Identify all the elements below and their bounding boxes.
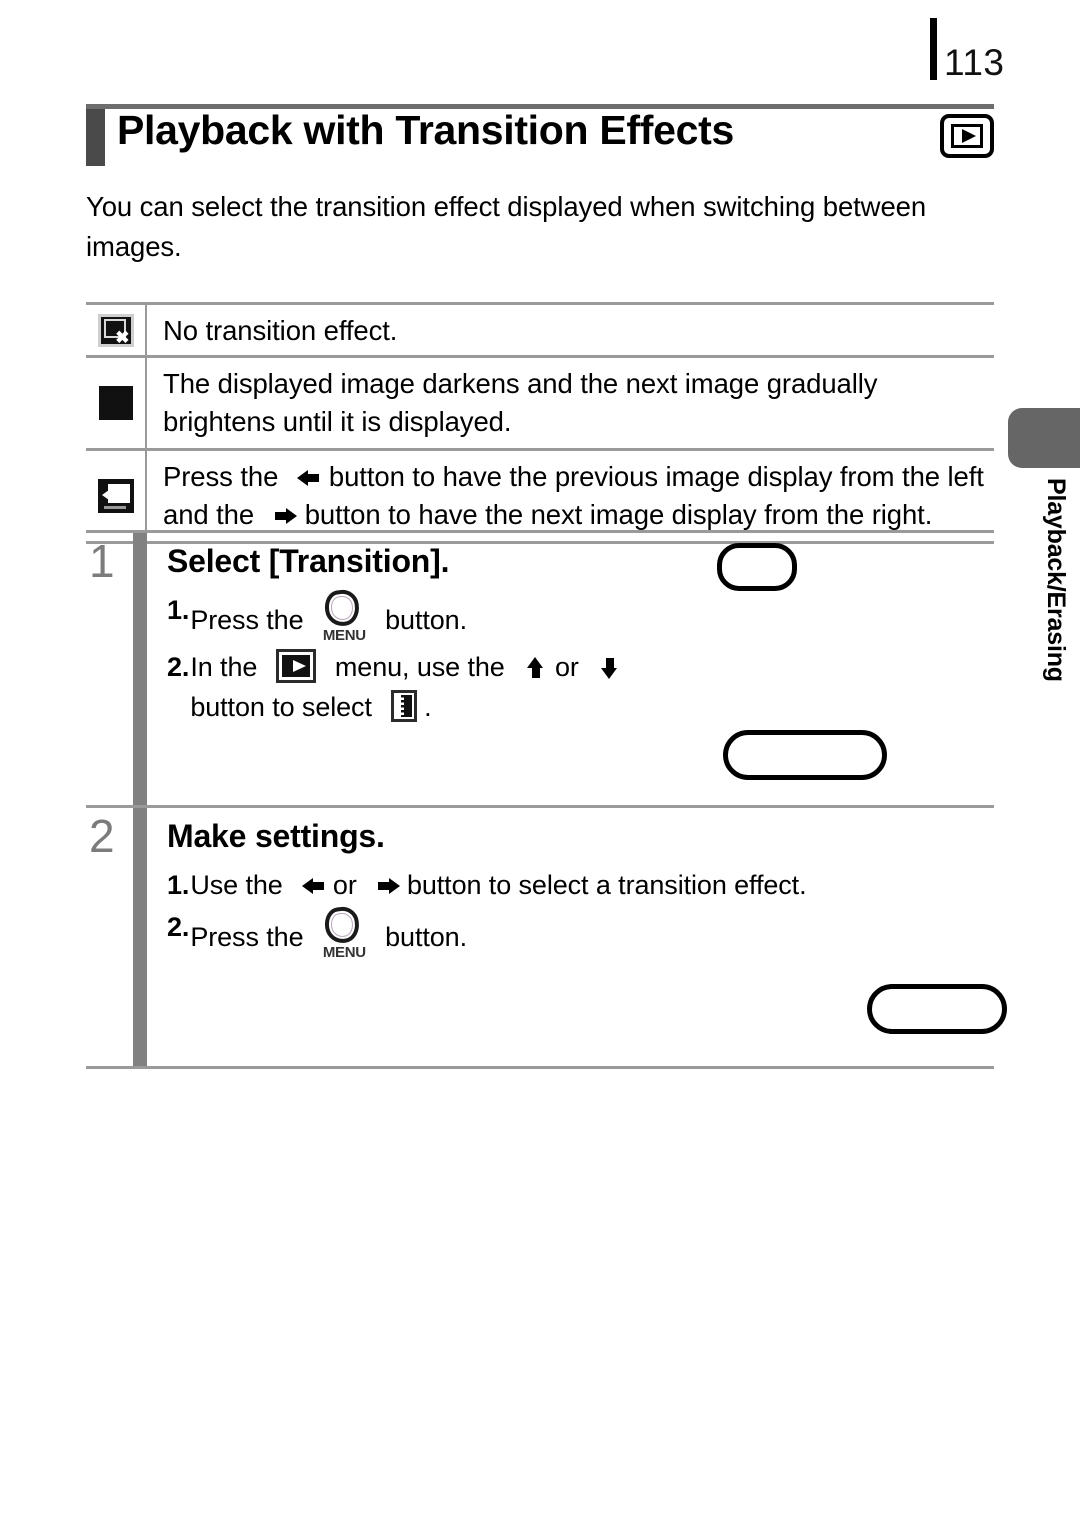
text-segment: button to have the next image display fr… [304, 499, 933, 530]
side-tab-label: Playback/Erasing [1042, 478, 1070, 682]
no-transition-icon: ✖ [86, 305, 147, 355]
step-content: Select [Transition]. 1. Press the MENU b… [167, 533, 994, 805]
step-number: 2 [89, 810, 115, 862]
transition-effects-table: ✖ No transition effect. The displayed im… [86, 302, 994, 544]
text-segment: button to select a transition effect. [406, 870, 807, 900]
step-block: 2 Make settings. 1. Use the or button to… [86, 805, 1007, 1069]
step-content: Make settings. 1. Use the or button to s… [167, 808, 1007, 1066]
page-number-rule [930, 18, 937, 80]
text-segment: Use the [190, 870, 283, 900]
substep-text: Press the MENU button. [190, 904, 994, 962]
menu-button-caption: MENU [322, 944, 366, 961]
page-header: 113 [0, 18, 1080, 83]
arrow-down-icon [598, 657, 622, 679]
substep: 1. Use the or button to select a transit… [167, 865, 994, 905]
substep-text: Use the or button to select a transition… [190, 865, 994, 905]
arrow-right-icon [273, 505, 298, 527]
table-row: The displayed image darkens and the next… [86, 355, 994, 448]
text-segment: menu, use the [334, 652, 505, 682]
text-segment: Press the [190, 922, 304, 952]
table-cell-description: The displayed image darkens and the next… [163, 368, 878, 437]
menu-button-icon: MENU [322, 904, 366, 962]
substep-number: 2. [167, 652, 190, 682]
text-segment: or [332, 870, 357, 900]
text-segment: button. [385, 922, 467, 952]
scroll-transition-icon [86, 451, 147, 541]
substep-number: 1. [167, 595, 190, 625]
arrow-left-icon [297, 467, 321, 489]
text-segment: button. [385, 605, 467, 635]
step-block: 1 Select [Transition]. 1. Press the MENU… [86, 530, 994, 805]
text-segment: button to select [190, 692, 372, 722]
substep-text: In the menu, use the or button to select… [190, 647, 994, 727]
table-cell-description: No transition effect. [163, 315, 398, 346]
text-segment: Press the [190, 605, 304, 635]
arrow-left-icon [301, 875, 326, 897]
fade-transition-icon [86, 358, 147, 448]
screenshot-placeholder [717, 543, 797, 591]
substep-number: 1. [167, 870, 190, 900]
substep: 2. In the menu, use the or button to sel… [167, 647, 994, 727]
procedure-steps: 1 Select [Transition]. 1. Press the MENU… [86, 530, 1007, 1069]
page-title: Playback with Transition Effects [117, 107, 734, 153]
text-segment: . [424, 692, 432, 722]
step-divider-bar [133, 533, 147, 805]
intro-paragraph: You can select the transition effect dis… [86, 191, 927, 262]
substep-text: Press the MENU button. [190, 587, 994, 645]
menu-button-caption: MENU [322, 627, 366, 644]
menu-button-icon: MENU [322, 587, 366, 645]
page-number: 113 [944, 42, 1005, 83]
step-divider-bar [133, 808, 147, 1066]
side-tab-marker [1008, 408, 1080, 468]
substep: 2. Press the MENU button. [167, 904, 994, 962]
playback-mode-icon [940, 114, 994, 158]
substep-number: 2. [167, 912, 190, 942]
step-title: Make settings. [167, 818, 385, 854]
substep: 1. Press the MENU button. [167, 587, 994, 645]
screenshot-placeholder [867, 984, 1007, 1034]
text-segment: Press the [163, 461, 279, 492]
arrow-up-icon [524, 657, 548, 679]
playback-mode-icon [276, 649, 317, 683]
transition-effect-icon [390, 690, 417, 722]
screenshot-placeholder [723, 730, 887, 780]
section-heading: Playback with Transition Effects [86, 104, 994, 166]
text-segment: In the [190, 652, 258, 682]
arrow-right-icon [376, 875, 400, 897]
text-segment: or [554, 652, 579, 682]
table-row: ✖ No transition effect. [86, 302, 994, 355]
heading-accent-bar [86, 109, 105, 166]
step-title: Select [Transition]. [167, 543, 450, 579]
step-number: 1 [89, 535, 115, 587]
